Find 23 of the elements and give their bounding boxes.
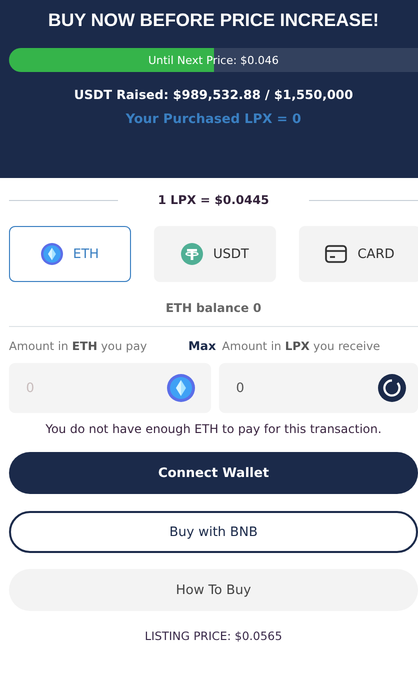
raised-amount: USDT Raised: $989,532.88 / $1,550,000: [74, 87, 354, 102]
action-button[interactable]: Connect Wallet: [9, 452, 418, 494]
payment-tab[interactable]: USDT: [154, 226, 276, 282]
pay-label: Amount in ETH you pay: [9, 339, 147, 353]
action-button[interactable]: Buy with BNB: [9, 511, 418, 553]
purchased-amount: Your Purchased LPX = 0: [126, 112, 302, 127]
listing-price: LISTING PRICE: $0.0565: [144, 629, 284, 643]
promo-title: BUY NOW BEFORE PRICE INCREASE!: [48, 10, 379, 31]
payment-tab[interactable]: ETH: [9, 226, 131, 282]
token-icon: [378, 374, 406, 402]
receive-amount-field[interactable]: 0: [219, 363, 418, 413]
token-rate: 1 LPX = $0.0445: [158, 193, 270, 207]
tether-icon: [181, 243, 204, 265]
error-message: You do not have enough ETH to pay for this transaction.: [44, 422, 383, 436]
receive-label: Amount in LPX you receive: [222, 339, 382, 353]
max-button[interactable]: Max: [188, 339, 216, 353]
pay-amount-field[interactable]: 0: [9, 363, 211, 413]
ethereum-icon: [41, 243, 64, 265]
ethereum-icon: [167, 374, 195, 402]
action-button[interactable]: How To Buy: [9, 569, 418, 611]
balance-text: ETH balance 0: [164, 301, 262, 315]
payment-tab[interactable]: CARD: [299, 226, 418, 282]
card-icon: [325, 245, 348, 263]
